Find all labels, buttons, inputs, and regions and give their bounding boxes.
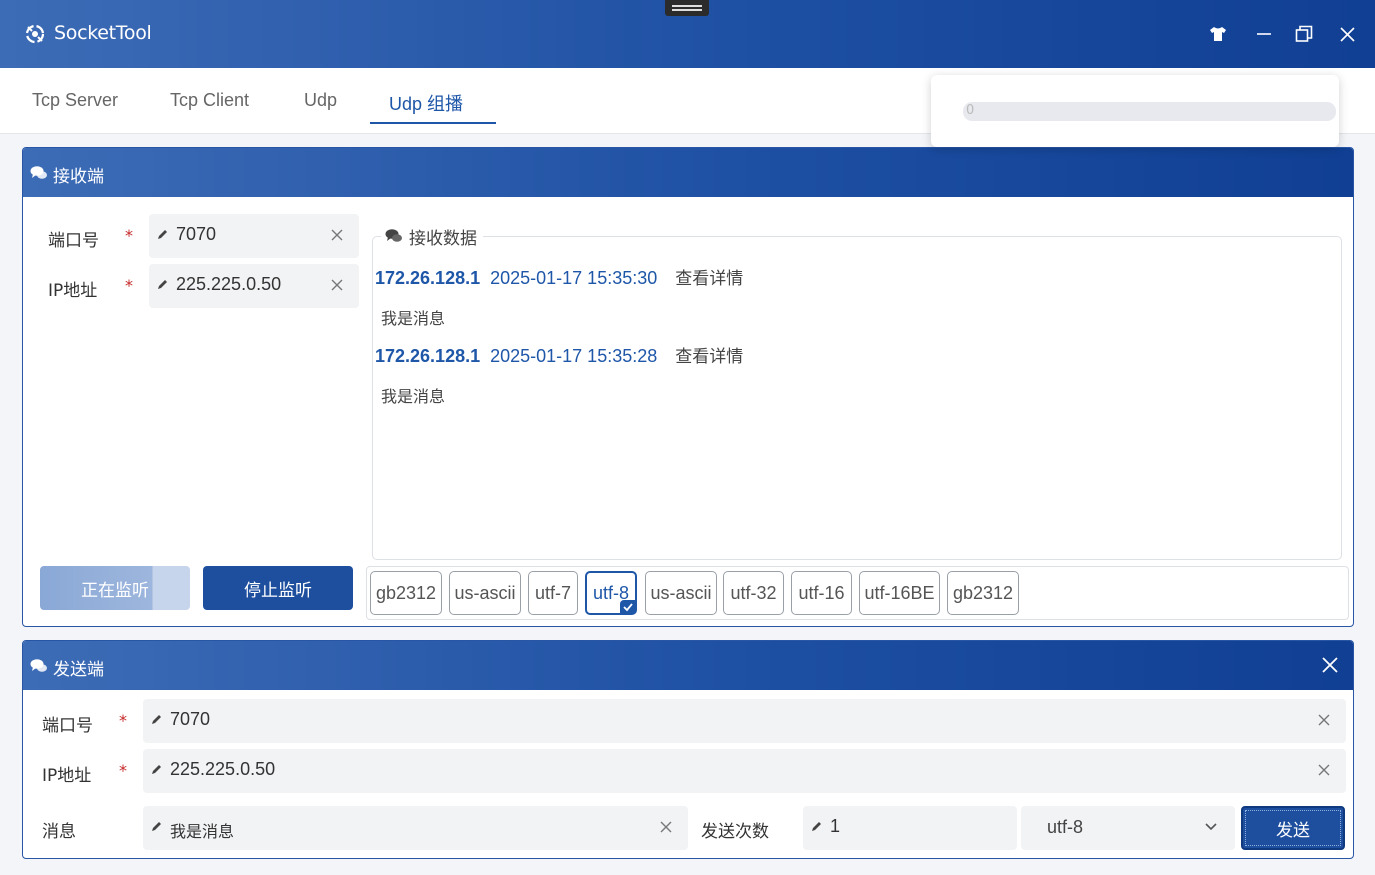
clear-icon[interactable] <box>329 227 345 243</box>
receiver-port-input[interactable]: 7070 <box>149 214 359 258</box>
tab-tcp-client[interactable]: Tcp Client <box>170 90 249 111</box>
message-header: 172.26.128.1 2025-01-17 15:35:28 查看详情 <box>375 342 743 367</box>
sender-port-value: 7070 <box>170 709 211 729</box>
ip-label: IP地址 <box>42 766 92 786</box>
restore-button[interactable] <box>1292 22 1316 46</box>
receiver-panel: 接收端 端口号 * 7070 IP地址 * 225.225.0.50 接收数据 … <box>22 147 1354 627</box>
send-button[interactable]: 发送 <box>1241 806 1345 850</box>
pencil-icon <box>152 765 161 774</box>
clear-icon[interactable] <box>1316 762 1332 778</box>
sender-ip-input[interactable]: 225.225.0.50 <box>143 749 1346 793</box>
encoding-selector: gb2312 us-ascii utf-7 utf-8 us-ascii utf… <box>366 566 1349 620</box>
app-logo-icon <box>25 24 45 44</box>
progress-text: 0 <box>966 103 975 118</box>
progress-popup: 0 <box>931 75 1339 147</box>
stop-listening-button[interactable]: 停止监听 <box>203 566 353 610</box>
required-mark: * <box>125 276 133 295</box>
message-time: 2025-01-17 15:35:30 <box>490 268 658 288</box>
required-mark: * <box>119 711 127 730</box>
close-window-button[interactable] <box>1335 22 1359 46</box>
minimize-button[interactable] <box>1252 22 1276 46</box>
encoding-chip[interactable]: us-ascii <box>449 571 521 615</box>
message-time: 2025-01-17 15:35:28 <box>490 346 658 366</box>
required-mark: * <box>125 226 133 245</box>
sender-title: 发送端 <box>53 660 104 680</box>
encoding-chip[interactable]: gb2312 <box>947 571 1019 615</box>
send-count-input[interactable]: 1 <box>803 806 1017 850</box>
encoding-chip-selected[interactable]: utf-8 <box>585 571 637 615</box>
pencil-icon <box>152 822 161 831</box>
send-count-value: 1 <box>830 816 841 836</box>
chat-icon <box>385 229 402 242</box>
send-count-label: 发送次数 <box>701 822 769 842</box>
encoding-select-value: utf-8 <box>1047 817 1084 837</box>
skin-button[interactable] <box>1206 22 1230 46</box>
message-input[interactable]: 我是消息 <box>143 806 688 850</box>
clear-icon[interactable] <box>1316 712 1332 728</box>
title-bar[interactable]: SocketTool <box>0 0 1375 68</box>
encoding-chip[interactable]: utf-16 <box>791 571 852 615</box>
pencil-icon <box>158 230 167 239</box>
message-value: 我是消息 <box>170 822 235 841</box>
message-ip: 172.26.128.1 <box>375 268 481 288</box>
active-tab-indicator <box>370 122 496 124</box>
message-label: 消息 <box>42 822 76 842</box>
receiver-header: 接收端 <box>23 148 1353 197</box>
sender-panel: 发送端 端口号 * 7070 IP地址 * 225.225.0.50 消息 我是… <box>22 640 1354 859</box>
clear-icon[interactable] <box>329 277 345 293</box>
pencil-icon <box>812 822 821 831</box>
receiver-port-value: 7070 <box>176 224 217 244</box>
tab-udp-multicast[interactable]: Udp 组播 <box>389 90 463 116</box>
pencil-icon <box>152 715 161 724</box>
listening-button[interactable]: 正在监听 <box>40 566 190 610</box>
receiver-ip-value: 225.225.0.50 <box>176 274 282 294</box>
message-ip: 172.26.128.1 <box>375 346 481 366</box>
port-label: 端口号 <box>42 716 93 736</box>
chat-icon <box>30 659 47 672</box>
check-icon <box>620 600 636 614</box>
encoding-chip[interactable]: us-ascii <box>645 571 717 615</box>
encoding-chip[interactable]: utf-32 <box>723 571 784 615</box>
minimize-icon <box>1257 33 1271 35</box>
chat-icon <box>30 166 47 179</box>
encoding-chip[interactable]: gb2312 <box>370 571 442 615</box>
encoding-chip[interactable]: utf-16BE <box>859 571 940 615</box>
encoding-chip[interactable]: utf-7 <box>528 571 578 615</box>
view-details-link[interactable]: 查看详情 <box>675 347 743 367</box>
tshirt-icon <box>1210 27 1226 41</box>
view-details-link[interactable]: 查看详情 <box>675 269 743 289</box>
sender-ip-value: 225.225.0.50 <box>170 759 276 779</box>
required-mark: * <box>119 761 127 780</box>
receive-data-title: 接收数据 <box>409 228 477 249</box>
restore-icon <box>1295 25 1313 42</box>
receiver-ip-input[interactable]: 225.225.0.50 <box>149 264 359 308</box>
message-body: 我是消息 <box>381 309 446 328</box>
close-icon[interactable] <box>1321 656 1339 674</box>
tab-udp[interactable]: Udp <box>304 90 337 111</box>
chevron-down-icon <box>1205 823 1217 831</box>
encoding-select[interactable]: utf-8 <box>1021 806 1235 850</box>
app-title: SocketTool <box>54 22 152 44</box>
clear-icon[interactable] <box>658 819 674 835</box>
sender-header: 发送端 <box>23 641 1353 690</box>
tab-tcp-server[interactable]: Tcp Server <box>32 90 118 111</box>
message-body: 我是消息 <box>381 387 446 406</box>
close-icon <box>1339 26 1355 42</box>
ip-label: IP地址 <box>48 281 98 301</box>
sender-port-input[interactable]: 7070 <box>143 699 1346 743</box>
port-label: 端口号 <box>48 231 99 251</box>
receive-data-legend: 接收数据 <box>381 224 483 249</box>
drag-handle[interactable] <box>665 0 709 16</box>
message-header: 172.26.128.1 2025-01-17 15:35:30 查看详情 <box>375 264 743 289</box>
pencil-icon <box>158 280 167 289</box>
receiver-title: 接收端 <box>53 167 104 187</box>
progress-bar: 0 <box>963 102 1336 121</box>
